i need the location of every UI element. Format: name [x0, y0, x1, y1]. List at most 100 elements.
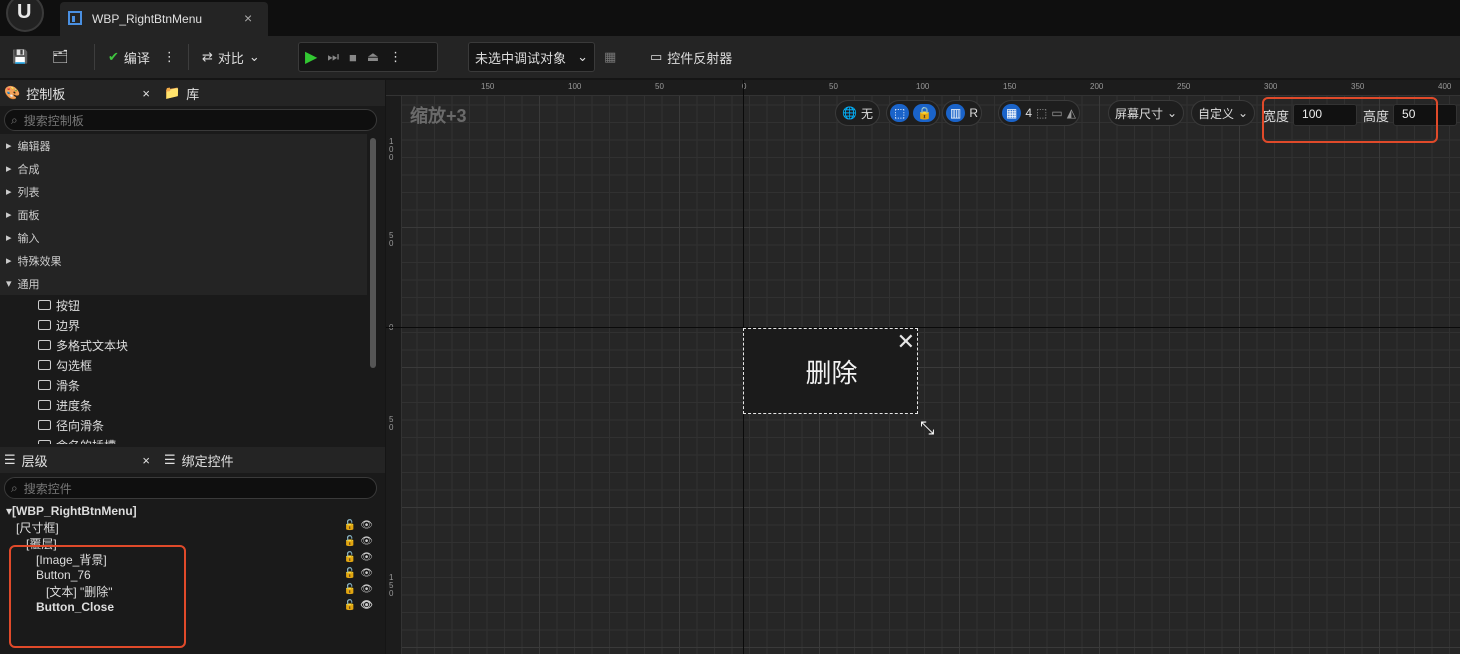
respect-locks-toggle[interactable]: ▥ R [942, 100, 983, 126]
palette-item[interactable]: 勾选框 [0, 355, 367, 375]
lock-eye-icons[interactable]: 🔓👁 [344, 600, 377, 611]
palette-category[interactable]: ▸ 输入 [0, 226, 367, 249]
triangle-right-icon: ▸ [6, 140, 12, 152]
diff-button[interactable]: ⇄ 对比 ⌄ [196, 42, 266, 72]
close-icon[interactable]: × [142, 453, 150, 468]
toolbar-divider [94, 44, 95, 70]
palette-item[interactable]: 边界 [0, 315, 367, 335]
origin-axis-horizontal [386, 327, 1460, 328]
palette-header: 🎨 控制板 × 📁 库 [0, 80, 385, 106]
grid-icon[interactable]: ▦ [1002, 104, 1022, 122]
palette-scrollbar[interactable] [370, 138, 376, 368]
lock-eye-icons[interactable]: 🔓👁 [344, 584, 377, 595]
lock-eye-icons[interactable]: 🔓👁 [344, 568, 377, 579]
preview-widget-text: 删除 [805, 358, 858, 388]
folder-search-icon: 🗂 [52, 49, 69, 64]
grid-snap-value: 4 [1025, 106, 1033, 120]
palette-category-label: 编辑器 [17, 140, 51, 153]
ruler-tick-label: 350 [1351, 82, 1365, 91]
ruler-tick-label: 150 [1003, 82, 1017, 91]
progress-bar-icon [38, 400, 51, 410]
select-icon[interactable]: ⬚ [1036, 106, 1047, 120]
folder-icon: 📁 [164, 85, 181, 100]
palette-categories: ▸ 编辑器 ▸ 合成 ▸ 列表 ▸ 面板 ▸ 输入 ▸ 特殊效果 ▾ 通用 按钮 边界 多格式文本块 勾选框 滑条进… [0, 134, 385, 444]
close-icon[interactable]: × [142, 86, 150, 101]
palette-search-placeholder: 搜索控制板 [23, 113, 84, 128]
debug-filter-icon: ▦ [604, 49, 617, 64]
hierarchy-search-input[interactable]: ⌕ 搜索控件 [4, 477, 377, 499]
hierarchy-tab[interactable]: ☰ 层级 × [0, 451, 160, 470]
custom-size-select[interactable]: 自定义 ⌄ [1191, 100, 1256, 126]
compile-button[interactable]: ✔ 编译 ⋮ [102, 42, 182, 72]
unreal-logo-icon[interactable]: U [6, 0, 44, 32]
ruler-tick-label: 50 [829, 82, 838, 91]
hierarchy-node[interactable]: [尺寸框] 🔓👁 [0, 519, 385, 535]
palette-item-label: 进度条 [56, 398, 93, 413]
hierarchy-search-placeholder: 搜索控件 [23, 481, 72, 496]
resize-handle-icon[interactable]: ⤡ [920, 418, 934, 439]
chevron-down-icon: ⌄ [577, 49, 588, 64]
slider-icon [38, 380, 51, 390]
dashed-outline-icon[interactable]: ⬚ [890, 104, 910, 122]
palette-item[interactable]: 进度条 [0, 395, 367, 415]
hierarchy-root[interactable]: ▾ [WBP_RightBtnMenu] [0, 503, 385, 519]
play-icon[interactable]: ▶ [305, 47, 317, 67]
ruler-tick-label: 50 [655, 82, 664, 91]
palette-category[interactable]: ▾ 通用 [0, 272, 367, 295]
radial-slider-icon [38, 420, 51, 430]
save-button[interactable]: 💾 [6, 42, 34, 72]
localization-label: 无 [860, 106, 873, 121]
screen-size-select[interactable]: 屏幕尺寸 ⌄ [1108, 100, 1185, 126]
image-icon[interactable]: ▭ [1051, 106, 1062, 120]
palette-item[interactable]: 滑条 [0, 375, 367, 395]
screen-size-label: 屏幕尺寸 [1115, 106, 1164, 121]
panel-icon[interactable]: ▥ [946, 104, 966, 122]
palette-item-label: 径向滑条 [56, 418, 105, 433]
grid-snap-toggle[interactable]: ▦ 4 ⬚ ▭ ◭ [998, 100, 1080, 126]
lock-eye-icons[interactable]: 🔓👁 [344, 552, 377, 563]
palette-search-input[interactable]: ⌕ 搜索控制板 [4, 109, 377, 131]
localization-toggle[interactable]: 🌐 无 [835, 100, 880, 126]
eject-icon[interactable]: ⏏ [367, 49, 379, 65]
lock-eye-icons[interactable]: 🔓👁 [344, 536, 377, 547]
palette-category[interactable]: ▸ 合成 [0, 157, 367, 180]
palette-item[interactable]: 径向滑条 [0, 415, 367, 435]
mirror-icon[interactable]: ◭ [1067, 106, 1076, 120]
palette-item[interactable]: 按钮 [0, 295, 367, 315]
designer-canvas[interactable] [402, 96, 1460, 654]
ruler-tick-label: 100 [568, 82, 582, 91]
palette-category[interactable]: ▸ 面板 [0, 203, 367, 226]
bind-widgets-tab[interactable]: ☰ 绑定控件 [160, 451, 234, 470]
close-tab-icon[interactable]: × [244, 10, 252, 26]
browse-button[interactable]: 🗂 [46, 42, 75, 72]
rich-text-icon [38, 340, 51, 350]
search-icon: ⌕ [11, 112, 18, 127]
palette-category[interactable]: ▸ 列表 [0, 180, 367, 203]
palette-item[interactable]: 命名的插槽 [0, 435, 367, 444]
outline-lock-toggle[interactable]: ⬚ 🔒 [886, 100, 941, 126]
ruler-tick-label: 300 [1264, 82, 1278, 91]
library-tab[interactable]: 📁 库 [160, 84, 199, 103]
library-title: 库 [186, 86, 200, 102]
preview-widget[interactable]: 删除 ✕ [743, 328, 918, 414]
palette-category-label: 列表 [17, 186, 40, 199]
palette-category[interactable]: ▸ 特殊效果 [0, 249, 367, 272]
stop-icon[interactable]: ■ [349, 50, 357, 65]
palette-category-label: 输入 [17, 232, 40, 245]
globe-icon: 🌐 [842, 106, 857, 120]
palette-category[interactable]: ▸ 编辑器 [0, 134, 367, 157]
step-icon[interactable]: ⏭ [327, 49, 339, 65]
document-tab[interactable]: WBP_RightBtnMenu × [60, 2, 268, 36]
triangle-right-icon: ▸ [6, 209, 12, 221]
kebab-menu-icon[interactable]: ⋮ [163, 49, 176, 65]
lock-eye-icons[interactable]: 🔓👁 [344, 520, 377, 531]
close-icon[interactable]: ✕ [897, 329, 915, 355]
debug-target-select[interactable]: 未选中调试对象 ⌄ [468, 42, 595, 72]
ruler-tick-label: 150 [389, 573, 394, 598]
widget-reflector-button[interactable]: ▭ 控件反射器 [644, 42, 738, 72]
palette-tab[interactable]: 🎨 控制板 × [0, 84, 160, 103]
kebab-menu-icon[interactable]: ⋮ [389, 49, 402, 65]
lock-icon[interactable]: 🔒 [913, 104, 937, 122]
palette-item[interactable]: 多格式文本块 [0, 335, 367, 355]
debug-filter-button[interactable]: ▦ [598, 42, 622, 72]
